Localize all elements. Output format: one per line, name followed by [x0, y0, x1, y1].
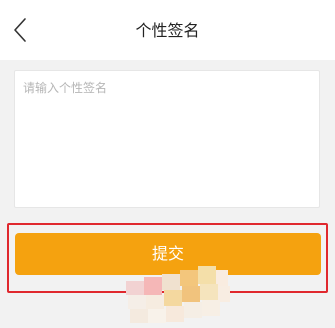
- signature-input-box: [14, 70, 320, 208]
- header-bar: 个性签名: [0, 0, 335, 60]
- submit-button[interactable]: 提交: [15, 233, 321, 275]
- signature-input[interactable]: [15, 71, 319, 207]
- page-title: 个性签名: [135, 21, 200, 40]
